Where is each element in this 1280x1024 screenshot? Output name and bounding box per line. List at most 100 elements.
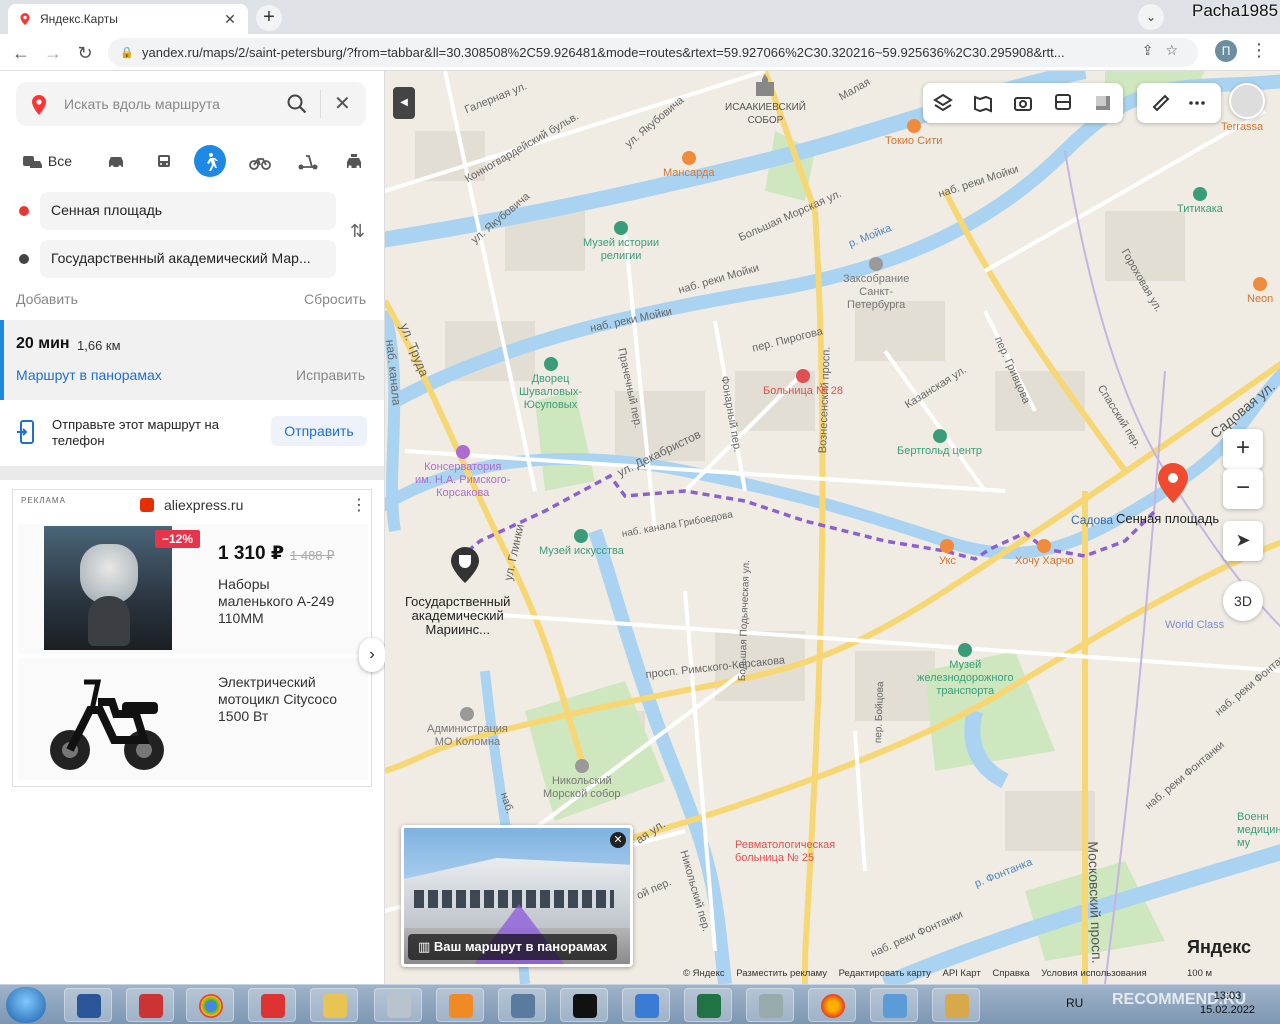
route-fix-link[interactable]: Исправить <box>296 367 365 383</box>
reset-link[interactable]: Сбросить <box>304 291 366 307</box>
forward-arrow-icon[interactable]: → <box>40 40 66 66</box>
mode-car[interactable] <box>102 145 130 177</box>
taskbar-photos[interactable] <box>870 988 918 1022</box>
ad-item-toy[interactable]: −12% 1 310 ₽ 1 488 ₽ Наборы маленького А… <box>18 524 368 654</box>
url-field[interactable]: 🔒 yandex.ru/maps/2/saint-petersburg/?fro… <box>108 38 1198 67</box>
taskbar-chrome[interactable] <box>186 988 234 1022</box>
taskbar-explorer[interactable] <box>310 988 358 1022</box>
poi-rheumatology-hospital[interactable]: Ревматологическая больница № 25 <box>735 839 835 865</box>
more-icon[interactable] <box>1187 93 1207 113</box>
taskbar-star[interactable] <box>622 988 670 1022</box>
collapse-panel-button[interactable]: ◀ <box>393 87 415 119</box>
footer-link[interactable]: Условия использования <box>1041 968 1146 979</box>
route-panorama-preview[interactable]: ▥ Ваш маршрут в панорамах ✕ <box>401 825 633 967</box>
reload-icon[interactable]: ↻ <box>72 40 98 66</box>
route-panorama-link[interactable]: Маршрут в панорамах <box>16 367 162 383</box>
close-icon[interactable]: ✕ <box>610 832 626 848</box>
poi-nikolsky-cathedral[interactable]: Никольский Морской собор <box>543 759 621 801</box>
mode-transit[interactable] <box>150 145 178 177</box>
new-tab-button[interactable]: + <box>256 5 282 31</box>
search-input[interactable]: Искать вдоль маршрута <box>64 96 220 112</box>
my-location-button[interactable]: ➤ <box>1223 521 1263 561</box>
share-icon[interactable]: ⇪ <box>1142 42 1166 58</box>
add-waypoint-link[interactable]: Добавить <box>16 291 78 307</box>
taskbar-firefox[interactable] <box>808 988 856 1022</box>
taskbar-paint[interactable] <box>932 988 980 1022</box>
taskbar-word[interactable] <box>64 988 112 1022</box>
from-field[interactable]: Сенная площадь <box>40 192 336 230</box>
poi-shuvalov-palace[interactable]: Дворец Шуваловых- Юсуповых <box>519 357 582 412</box>
panorama-icon[interactable] <box>973 93 993 113</box>
poi-hospital-28[interactable]: Больница № 28 <box>763 369 843 398</box>
taskbar-app-2[interactable] <box>126 988 174 1022</box>
language-indicator[interactable]: RU <box>1066 996 1083 1010</box>
footer-link[interactable]: Разместить рекламу <box>736 968 827 979</box>
ruler-icon[interactable] <box>1151 93 1171 113</box>
poi-neon[interactable]: Neon <box>1247 277 1273 306</box>
poi-kolomna-admin[interactable]: Администрация МО Коломна <box>427 707 508 749</box>
back-arrow-icon[interactable]: ← <box>8 40 34 66</box>
taskbar-acrobat[interactable] <box>248 988 296 1022</box>
poi-museum-religion[interactable]: Музей истории религии <box>583 221 659 263</box>
ad-brand[interactable]: aliexpress.ru <box>164 497 243 513</box>
taskbar-excel[interactable] <box>684 988 732 1022</box>
search-icon[interactable] <box>286 93 308 115</box>
close-icon[interactable]: ✕ <box>334 91 351 116</box>
ad-next-chevron-icon[interactable]: › <box>359 638 385 672</box>
bus-icon[interactable] <box>1053 93 1073 113</box>
poi-mansarda[interactable]: Мансарда <box>663 151 715 180</box>
poi-art-museum[interactable]: Музей искусства <box>539 529 624 558</box>
swap-arrows-icon[interactable]: ⇅ <box>350 221 365 242</box>
layers-icon[interactable] <box>933 93 953 113</box>
3d-button[interactable]: 3D <box>1223 581 1263 621</box>
poi-world-class[interactable]: World Class <box>1165 619 1224 632</box>
start-button[interactable] <box>6 987 46 1023</box>
square-icon[interactable] <box>1093 93 1113 113</box>
mode-all[interactable]: Все <box>16 145 78 177</box>
mode-bike[interactable] <box>246 145 274 177</box>
send-button[interactable]: Отправить <box>271 416 367 446</box>
ad-more-icon[interactable]: ⋮ <box>351 495 367 515</box>
taskbar-scanner[interactable] <box>746 988 794 1022</box>
metro-sadovaya-label[interactable]: Садова <box>1071 513 1113 527</box>
bookmark-star-icon[interactable]: ☆ <box>1165 42 1190 58</box>
poi-isaac-cathedral[interactable]: ИСААКИЕВСКИЙ СОБОР <box>725 73 806 127</box>
poi-tokio-city[interactable]: Токио Сити <box>885 119 942 148</box>
route-search-box[interactable]: Искать вдоль маршрута ✕ <box>16 82 366 126</box>
route-end-marker[interactable] <box>1156 461 1190 508</box>
route-start-marker[interactable] <box>449 545 481 588</box>
system-clock[interactable]: 13:03 15.02.2022 <box>1200 989 1255 1017</box>
footer-link[interactable]: API Карт <box>942 968 980 979</box>
camera-icon[interactable] <box>1013 93 1033 113</box>
mode-walk[interactable] <box>194 145 226 177</box>
poi-railway-museum[interactable]: Музей железнодорожного транспорта <box>917 643 1014 698</box>
zoom-in-button[interactable]: + <box>1223 429 1263 469</box>
taskbar-keyboard[interactable] <box>498 988 546 1022</box>
taskbar-cmd[interactable] <box>560 988 608 1022</box>
taskbar-pdf[interactable] <box>436 988 484 1022</box>
ad-item-scooter[interactable]: Электрический мотоцикл Citycoco 1500 Вт <box>18 658 368 780</box>
poi-hochu-harcho[interactable]: Хочу Харчо <box>1015 539 1074 568</box>
footer-link[interactable]: Справка <box>992 968 1029 979</box>
profile-avatar[interactable]: П <box>1215 40 1237 62</box>
browser-tab[interactable]: Яндекс.Карты ✕ <box>8 4 248 34</box>
map-view[interactable]: Галерная ул. Конногвардейский бульв. ул.… <box>385 71 1280 984</box>
taskbar-calculator[interactable] <box>374 988 422 1022</box>
tab-close-icon[interactable]: ✕ <box>222 11 238 28</box>
zoom-out-button[interactable]: − <box>1223 469 1263 509</box>
poi-conservatory[interactable]: Консерватория им. Н.А. Римского- Корсакова <box>415 445 510 500</box>
poi-bertgold-center[interactable]: Бертгольд центр <box>897 429 982 458</box>
poi-uks[interactable]: Укс <box>939 539 956 568</box>
mode-scooter[interactable] <box>294 145 322 177</box>
mode-taxi[interactable] <box>340 145 368 177</box>
route-summary-card[interactable]: 20 мин 1,66 км Маршрут в панорамах Испра… <box>0 320 384 400</box>
tab-search-chevron-icon[interactable]: ⌄ <box>1138 4 1164 30</box>
user-avatar[interactable] <box>1229 83 1265 119</box>
poi-legislative-assembly[interactable]: Заксобрание Санкт- Петербурга <box>843 257 909 312</box>
poi-military-medical[interactable]: Военнмедицинскму <box>1237 811 1280 850</box>
poi-terrassa[interactable]: Terrassa <box>1221 121 1263 134</box>
browser-menu-icon[interactable]: ⋮ <box>1250 40 1268 61</box>
to-field[interactable]: Государственный академический Мар... <box>40 240 336 278</box>
footer-link[interactable]: Редактировать карту <box>839 968 931 979</box>
poi-titikaka[interactable]: Титикака <box>1177 187 1223 216</box>
